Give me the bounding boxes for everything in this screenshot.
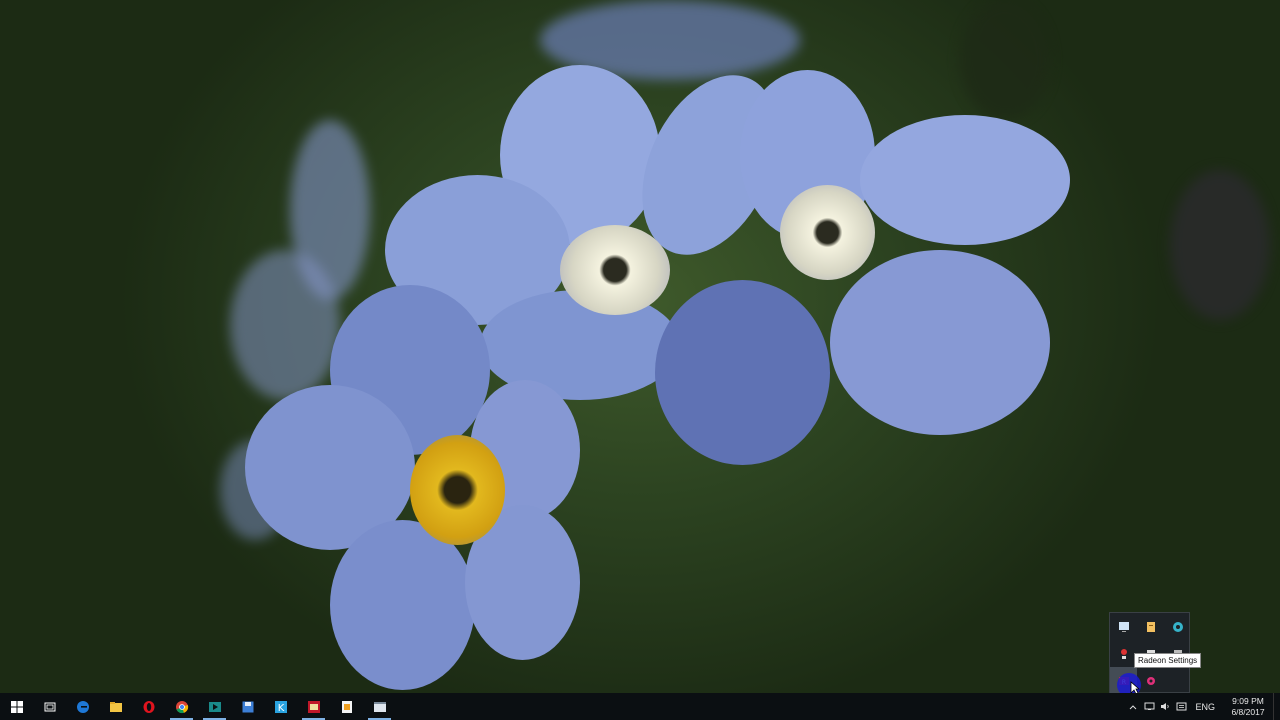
opera-button[interactable] xyxy=(132,693,165,720)
clock[interactable]: 9:09 PM 6/8/2017 xyxy=(1223,696,1273,718)
start-button[interactable] xyxy=(0,693,33,720)
document-tray-icon[interactable] xyxy=(1137,613,1164,640)
winrar-button[interactable] xyxy=(297,693,330,720)
app-k-icon: K xyxy=(274,700,287,714)
system-tray: ENG 9:09 PM 6/8/2017 xyxy=(1125,693,1280,720)
document-button[interactable] xyxy=(330,693,363,720)
chrome-icon xyxy=(175,700,188,713)
clock-time: 9:09 PM xyxy=(1232,695,1264,706)
show-hidden-icons-chevron-up-icon[interactable] xyxy=(1125,693,1141,720)
window-app-icon xyxy=(373,701,386,712)
input-language-indicator[interactable]: ENG xyxy=(1189,702,1223,712)
file-explorer-button[interactable] xyxy=(99,693,132,720)
winrar-icon xyxy=(307,700,320,713)
save-disk-button[interactable] xyxy=(231,693,264,720)
windows-logo-icon xyxy=(10,700,23,713)
task-view-icon xyxy=(44,702,55,711)
action-center-icon[interactable] xyxy=(1173,693,1189,720)
sync-tray-icon[interactable] xyxy=(1164,613,1191,640)
folder-icon xyxy=(109,701,122,712)
edge-button[interactable] xyxy=(66,693,99,720)
chrome-button[interactable] xyxy=(165,693,198,720)
network-tray-icon[interactable] xyxy=(1110,640,1137,667)
gear-tray-icon[interactable] xyxy=(1137,667,1164,694)
opera-icon xyxy=(143,700,154,713)
window-app-button[interactable] xyxy=(363,693,396,720)
video-editor-button[interactable] xyxy=(198,693,231,720)
document-icon xyxy=(341,700,352,713)
edge-icon xyxy=(76,700,89,713)
volume-icon[interactable] xyxy=(1157,693,1173,720)
video-editor-icon xyxy=(208,701,221,712)
taskbar: K ENG 9:09 PM 6/8/2017 xyxy=(0,693,1280,720)
svg-text:K: K xyxy=(277,703,284,714)
app-k-button[interactable]: K xyxy=(264,693,297,720)
save-disk-icon xyxy=(242,701,253,712)
tooltip-radeon-settings: Radeon Settings xyxy=(1134,653,1202,668)
task-view-button[interactable] xyxy=(33,693,66,720)
desktop-wallpaper xyxy=(0,0,1280,693)
clock-date: 6/8/2017 xyxy=(1231,706,1265,717)
monitor-tray-icon[interactable] xyxy=(1110,613,1137,640)
show-desktop-button[interactable] xyxy=(1273,693,1280,720)
network-icon[interactable] xyxy=(1141,693,1157,720)
